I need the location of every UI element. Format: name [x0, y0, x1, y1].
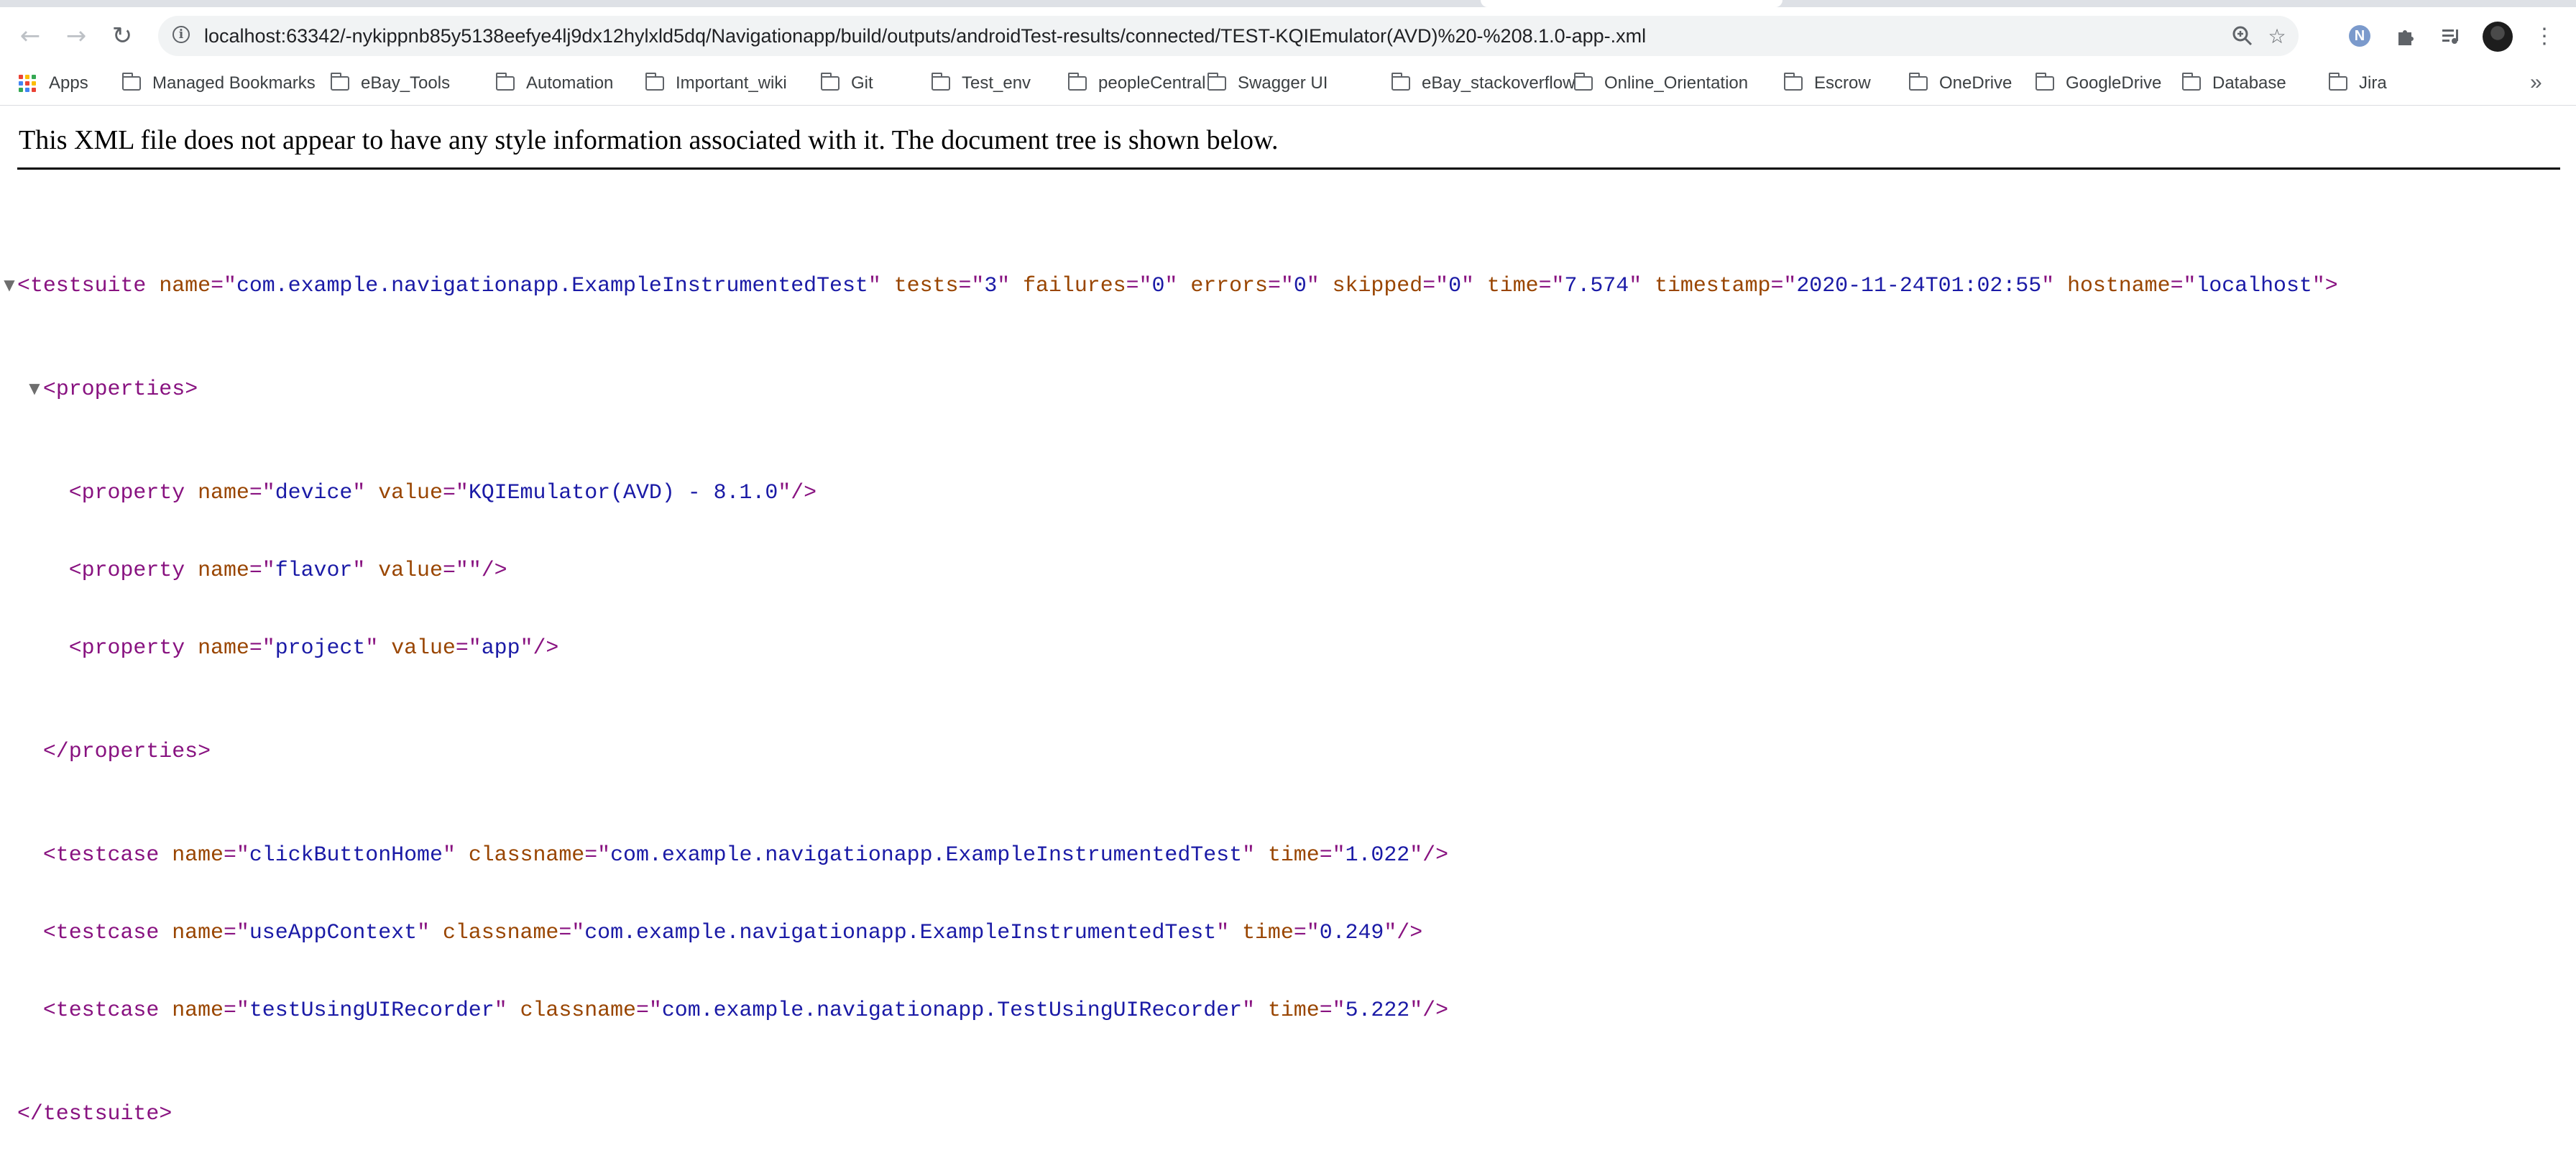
bookmark-folder[interactable]: peopleCentral [1067, 62, 1206, 105]
bookmark-folder[interactable]: OneDrive [1908, 62, 2012, 105]
bookmark-label: Git [851, 73, 873, 93]
folder-icon [1908, 73, 1928, 91]
xml-line-testcase: <testcase name="testUsingUIRecorder" cla… [42, 998, 1449, 1022]
bookmark-folder[interactable]: Jira [2328, 62, 2387, 105]
forward-arrow-icon[interactable]: → [60, 20, 92, 52]
folder-icon [121, 73, 141, 91]
bookmark-label: Test_env [962, 73, 1031, 93]
bookmark-folder[interactable]: Database [2181, 62, 2286, 105]
bookmarks-overflow-icon[interactable]: » [2530, 62, 2542, 105]
extension-n-icon[interactable]: N [2349, 25, 2370, 47]
folder-icon [1783, 73, 1803, 91]
folder-icon [2035, 73, 2054, 91]
bookmark-folder[interactable]: Automation [495, 62, 614, 105]
xml-style-notice: This XML file does not appear to have an… [19, 125, 1279, 155]
folder-icon [1067, 73, 1087, 91]
xml-line-testsuite-open: ▼ <testsuite name="com.example.navigation… [4, 272, 2337, 298]
xml-line-testcase: <testcase name="useAppContext" classname… [42, 920, 1423, 945]
active-tab[interactable] [1481, 0, 1782, 7]
xml-line-property: <property name="flavor" value=""/> [68, 558, 507, 582]
divider [17, 167, 2560, 170]
folder-icon [2328, 73, 2347, 91]
collapse-triangle-icon[interactable]: ▼ [27, 378, 42, 398]
folder-icon [330, 73, 349, 91]
bookmark-folder[interactable]: Git [820, 62, 873, 105]
xml-line-property: <property name="project" value="app"/> [68, 635, 559, 660]
apps-grid-icon [19, 75, 36, 92]
bookmark-label: Online_Orientation [1604, 73, 1749, 93]
bookmark-folder[interactable]: Swagger UI [1207, 62, 1328, 105]
bookmark-label: eBay_Tools [361, 73, 451, 93]
reload-icon[interactable]: ↻ [106, 20, 138, 52]
back-arrow-icon[interactable]: ← [14, 20, 46, 52]
bookmark-label: GoogleDrive [2066, 73, 2162, 93]
folder-icon [495, 73, 515, 91]
bookmarks-bar: Apps Managed Bookmarks eBay_Tools Automati… [0, 62, 2576, 106]
collapse-triangle-icon[interactable]: ▼ [1, 275, 17, 295]
folder-icon [931, 73, 950, 91]
bookmark-label: eBay_stackoverflow [1422, 73, 1576, 93]
xml-tree: ▼ <testsuite name="com.example.navigation… [4, 195, 2338, 1153]
folder-icon [1207, 73, 1226, 91]
avatar[interactable] [2483, 22, 2513, 52]
info-icon[interactable]: i [172, 26, 190, 43]
folder-icon [2181, 73, 2201, 91]
bookmark-folder[interactable]: eBay_stackoverflow [1391, 62, 1576, 105]
folder-icon [1391, 73, 1410, 91]
kebab-menu-icon[interactable]: ⋮ [2531, 23, 2557, 49]
xml-line-properties-open: ▼ <properties> [17, 376, 2338, 402]
bookmark-label: Jira [2359, 73, 2387, 93]
bookmark-label: Swagger UI [1238, 73, 1328, 93]
bookmark-folder[interactable]: eBay_Tools [330, 62, 451, 105]
browser-toolbar: ← → ↻ i localhost:63342/-nykippnb85y5138… [0, 7, 2576, 62]
bookmark-label: Automation [526, 73, 614, 93]
address-bar[interactable]: i localhost:63342/-nykippnb85y5138eefye4… [158, 16, 2299, 56]
bookmark-label: Apps [49, 73, 88, 93]
bookmark-label: Important_wiki [676, 73, 787, 93]
zoom-icon[interactable] [2231, 24, 2254, 47]
xml-line-properties-close: </properties> [42, 739, 211, 763]
media-queue-icon[interactable] [2438, 23, 2464, 49]
bookmark-folder[interactable]: Important_wiki [645, 62, 787, 105]
folder-icon [1573, 73, 1593, 91]
bookmark-folder[interactable]: Test_env [931, 62, 1031, 105]
tab-strip [0, 0, 2576, 7]
bookmark-apps[interactable]: Apps [19, 62, 88, 105]
url-text[interactable]: localhost:63342/-nykippnb85y5138eefye4lj… [204, 16, 1646, 56]
bookmark-label: OneDrive [1939, 73, 2012, 93]
bookmark-label: Database [2212, 73, 2286, 93]
bookmark-folder[interactable]: Managed Bookmarks [121, 62, 316, 105]
xml-line-property: <property name="device" value="KQIEmulat… [68, 480, 817, 505]
folder-icon [820, 73, 840, 91]
bookmark-label: Escrow [1814, 73, 1871, 93]
bookmark-folder[interactable]: Online_Orientation [1573, 62, 1749, 105]
folder-icon [645, 73, 664, 91]
bookmark-label: peopleCentral [1098, 73, 1206, 93]
xml-line-testcase: <testcase name="clickButtonHome" classna… [42, 842, 1449, 867]
bookmark-folder[interactable]: Escrow [1783, 62, 1871, 105]
xml-line-testsuite-close: </testsuite> [17, 1101, 172, 1126]
page-content: This XML file does not appear to have an… [0, 106, 2576, 1126]
bookmark-folder[interactable]: GoogleDrive [2035, 62, 2162, 105]
star-icon[interactable]: ☆ [2266, 24, 2288, 47]
bookmark-label: Managed Bookmarks [152, 73, 316, 93]
puzzle-icon[interactable] [2393, 23, 2419, 49]
